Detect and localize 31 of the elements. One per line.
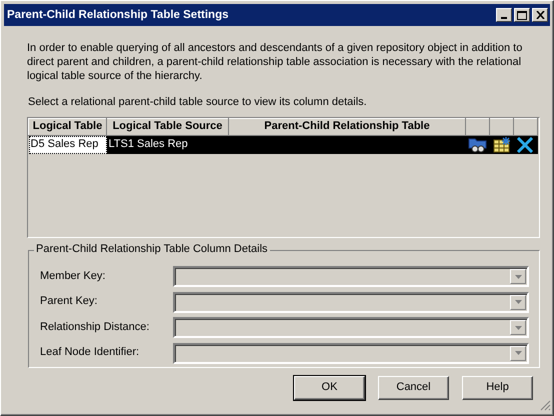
- window-title: Parent-Child Relationship Table Settings: [7, 8, 229, 22]
- field-label: Relationship Distance:: [40, 320, 150, 335]
- delete-button[interactable]: [514, 136, 538, 154]
- dialog-button[interactable]: OK: [294, 376, 365, 400]
- caret-icon: [514, 351, 522, 356]
- caret-icon: [514, 274, 522, 279]
- table-add-icon: [492, 137, 512, 153]
- table-cell: D5 Sales Rep: [28, 136, 106, 154]
- field-label: Parent Key:: [40, 295, 98, 310]
- description-text: In order to enable querying of all ancestors and descendants of a given repository object in addition to direct parent and children, a parent-child relationship table association is necessary with the relational logical table source of the hierarchy.: [27, 42, 524, 84]
- dialog-button[interactable]: Help: [462, 376, 533, 400]
- delete-icon: [516, 137, 534, 153]
- maximize-button[interactable]: [514, 8, 530, 22]
- instruction-text: Select a relational parent-child table source to view its column details.: [28, 96, 368, 110]
- folder-binoculars-icon: [468, 137, 488, 153]
- column-header: Logical Table: [28, 118, 106, 136]
- field-label: Member Key:: [40, 270, 106, 284]
- table-cell: LTS1 Sales Rep: [106, 136, 228, 154]
- dialog-button[interactable]: Cancel: [378, 376, 449, 400]
- minimize-button[interactable]: [496, 8, 512, 22]
- close-button[interactable]: [532, 8, 548, 22]
- resize-grip-icon[interactable]: [540, 400, 551, 411]
- close-icon: [536, 11, 544, 19]
- column-header: Parent-Child Relationship Table: [228, 118, 466, 136]
- maximize-icon: [517, 10, 527, 20]
- field-label: Leaf Node Identifier:: [40, 346, 140, 360]
- column-header: Logical Table Source: [106, 118, 228, 136]
- browse-button[interactable]: [466, 136, 490, 154]
- caret-icon: [514, 326, 522, 330]
- caret-icon: [514, 300, 522, 304]
- group-title: Parent-Child Relationship Table Column Details: [34, 243, 270, 257]
